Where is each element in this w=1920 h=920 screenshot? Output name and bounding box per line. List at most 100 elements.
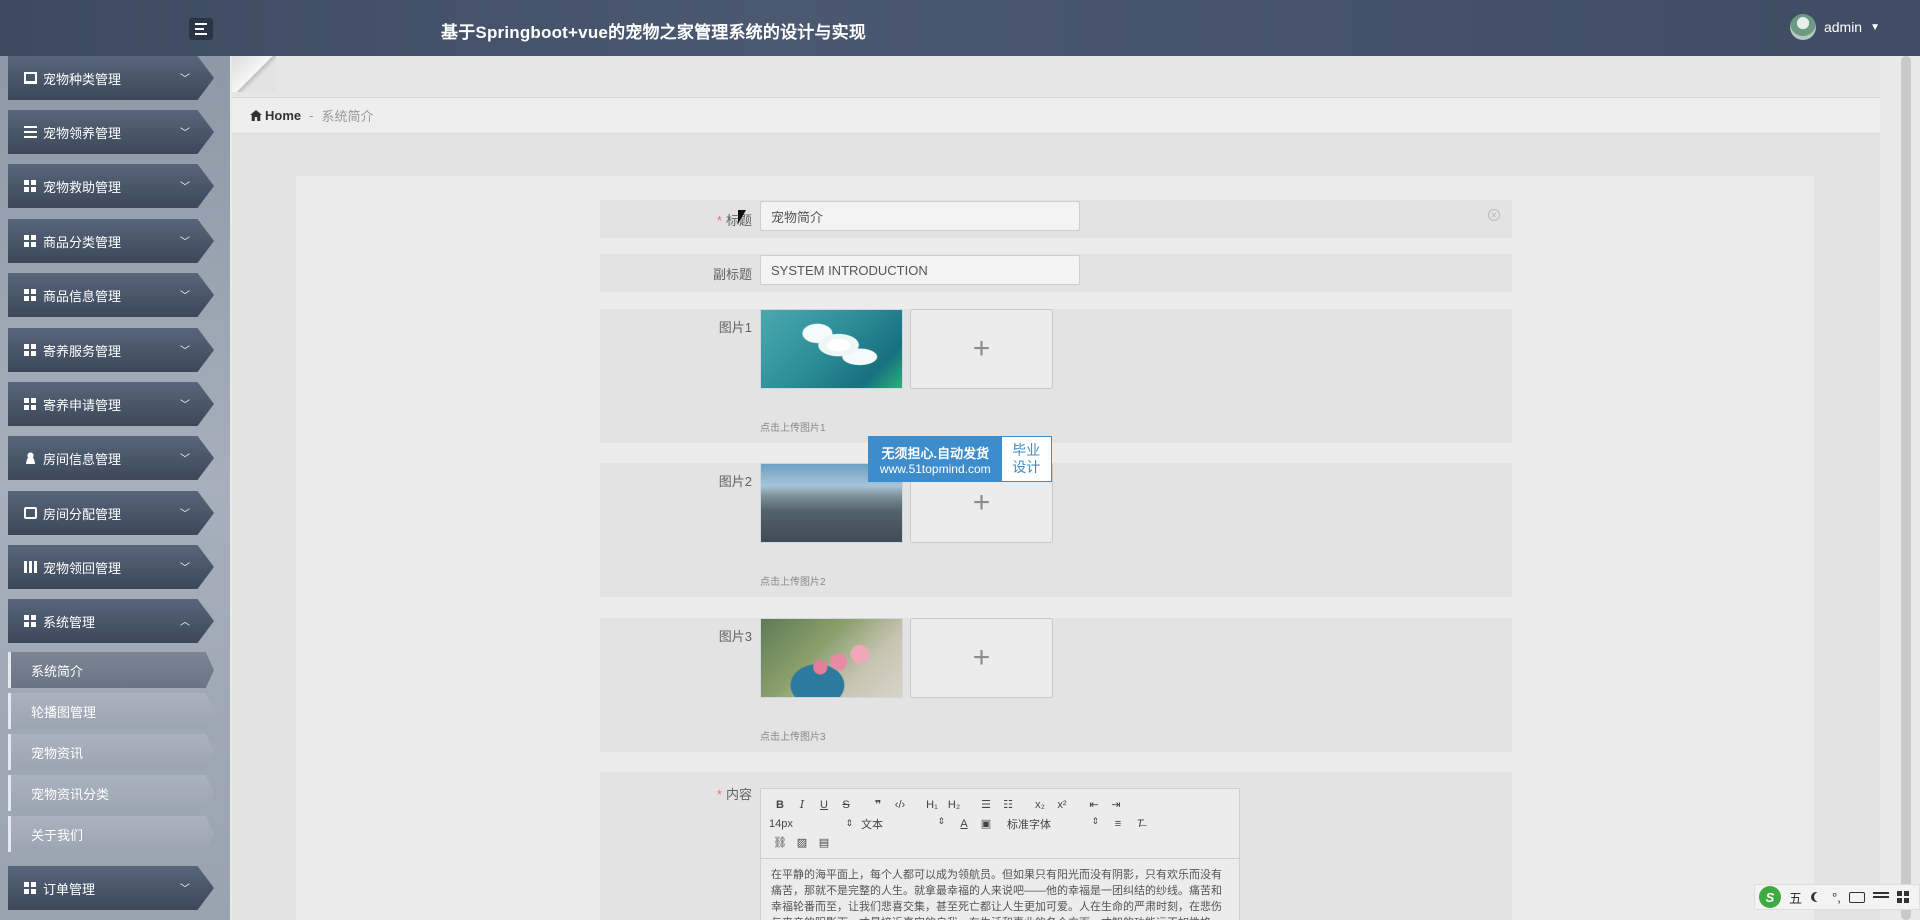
chevron-down-icon: ﹀ [180,291,190,302]
app-title: 基于Springboot+vue的宠物之家管理系统的设计与实现 [441,23,867,42]
align-icon[interactable]: ≡ [1107,818,1129,830]
image-icon[interactable]: ▨ [791,836,813,849]
sidebar-item-pet-rescue[interactable]: 宠物救助管理 ﹀ [8,164,214,208]
sidebar-item-orders[interactable]: 订单管理 ﹀ [8,866,214,910]
sidebar-item-label: 寄养申请管理 [43,397,122,413]
menu-icon[interactable] [1872,892,1889,898]
breadcrumb: Home - 系统简介 [232,98,1880,134]
ordered-list-icon[interactable]: ☰ [975,798,997,811]
h2-icon[interactable]: H₂ [943,799,965,811]
outdent-icon[interactable]: ⇤ [1083,798,1105,811]
submenu-item-carousel[interactable]: 轮播图管理 [8,693,214,729]
submenu-item-about-us[interactable]: 关于我们 [8,816,214,852]
watermark-line2: www.51topmind.com [879,461,991,476]
watermark-right1: 毕业 [1012,442,1041,458]
sidebar-item-goods-info[interactable]: 商品信息管理 ﹀ [8,273,214,317]
page-scrollbar[interactable] [1900,56,1912,920]
form-panel: *标题 ✕ 副标题 图片1 + 点击上传图片1 图片2 + 点击上传图片2 图片… [296,176,1814,920]
sidebar-item-boarding-application[interactable]: 寄养申请管理 ﹀ [8,382,214,426]
subscript-icon[interactable]: x₂ [1029,799,1051,811]
page-curl-decoration [232,56,276,92]
avatar [1789,14,1816,40]
user-icon [24,452,37,464]
grid-icon [24,882,37,894]
chevron-down-icon: ﹀ [180,454,190,465]
ime-logo-icon[interactable]: S [1759,886,1781,908]
chevron-down-icon: ﹀ [180,509,190,520]
font-color-icon[interactable]: A [953,818,975,830]
ime-mode[interactable]: 五 [1789,888,1802,907]
checkbox-icon [24,507,37,519]
bars-icon [24,561,37,573]
menu-toggle-icon[interactable] [189,18,213,40]
sidebar-item-pet-return[interactable]: 宠物领回管理 ﹀ [8,545,214,589]
form-row-image2: 图片2 + 点击上传图片2 [600,463,1512,597]
subtitle-input[interactable] [760,255,1080,285]
ime-punct[interactable]: °, [1832,890,1841,905]
home-icon [250,110,262,121]
sidebar-item-room-assign[interactable]: 房间分配管理 ﹀ [8,491,214,535]
keyboard-icon[interactable] [1848,891,1865,903]
image1-thumbnail[interactable] [760,309,903,389]
strike-icon[interactable]: S [835,799,857,811]
indent-icon[interactable]: ⇥ [1105,798,1127,811]
apps-icon[interactable] [1896,891,1909,903]
underline-icon[interactable]: U [813,799,835,811]
sidebar-item-pet-adoption[interactable]: 宠物领养管理 ﹀ [8,110,214,154]
sidebar-item-label: 订单管理 [43,881,96,897]
italic-icon[interactable]: I [791,798,813,811]
sidebar-item-goods-category[interactable]: 商品分类管理 ﹀ [8,219,214,263]
image3-upload-tip: 点击上传图片3 [760,732,826,743]
sidebar-item-label: 房间信息管理 [43,451,122,467]
top-bar: 基于Springboot+vue的宠物之家管理系统的设计与实现 admin ▼ [0,0,1920,56]
font-family-select[interactable]: 标准字体 [1007,816,1107,832]
quote-icon[interactable]: ❞ [867,798,889,811]
clear-icon[interactable]: ✕ [1488,209,1500,221]
image1-upload-button[interactable]: + [910,309,1053,389]
image3-upload-button[interactable]: + [910,618,1053,698]
bold-icon[interactable]: B [769,799,791,811]
grid-icon [24,235,37,247]
monitor-icon [24,72,37,84]
image2-label: 图片2 [718,474,752,489]
format-select[interactable]: 文本 [861,816,953,832]
scrollbar-thumb[interactable] [1901,56,1911,920]
sidebar-item-pet-category[interactable]: 宠物种类管理 ﹀ [8,56,214,100]
editor-content[interactable]: 在平静的海平面上，每个人都可以成为领航员。但如果只有阳光而没有阴影，只有欢乐而没… [761,859,1239,920]
chevron-down-icon: ﹀ [180,128,190,139]
submenu-item-system-intro[interactable]: 系统简介 [8,652,214,688]
background-color-icon[interactable]: ▣ [975,817,997,830]
bullet-list-icon[interactable]: ☷ [997,798,1019,811]
video-icon[interactable]: ▤ [813,836,835,849]
submenu-item-pet-news-category[interactable]: 宠物资讯分类 [8,775,214,811]
sidebar-item-label: 宠物领养管理 [43,125,122,141]
user-menu[interactable]: admin ▼ [1789,14,1880,40]
h1-icon[interactable]: H₁ [921,799,943,811]
code-icon[interactable]: ‹/› [889,799,911,811]
sidebar-item-boarding-service[interactable]: 寄养服务管理 ﹀ [8,328,214,372]
username: admin [1823,19,1863,35]
sidebar-item-room-info[interactable]: 房间信息管理 ﹀ [8,436,214,480]
submenu-item-pet-news[interactable]: 宠物资讯 [8,734,214,770]
superscript-icon[interactable]: x² [1051,799,1073,811]
title-input[interactable] [760,201,1080,231]
chevron-up-icon: ︿ [180,617,190,628]
caret-down-icon: ▼ [1870,21,1880,33]
sidebar-item-label: 寄养服务管理 [43,343,122,359]
moon-icon[interactable] [1814,892,1824,902]
sidebar: 宠物种类管理 ﹀ 宠物领养管理 ﹀ 宠物救助管理 ﹀ 商品分类管理 ﹀ 商品信息… [0,56,230,920]
link-icon[interactable]: ⛓ [769,836,791,849]
editor-toolbar: B I U S ❞ ‹/› H₁ H₂ ☰ ☷ x₂ x² ⇤ ⇥ 14px ⇕… [761,789,1239,859]
image3-thumbnail[interactable] [760,618,903,698]
clear-format-icon[interactable]: T̶ [1129,818,1151,830]
font-size-select[interactable]: 14px [769,818,861,830]
sidebar-item-system[interactable]: 系统管理 ︿ [8,599,214,643]
sidebar-item-label: 宠物救助管理 [43,179,122,195]
form-row-content: * 内容 B I U S ❞ ‹/› H₁ H₂ ☰ ☷ x₂ x² ⇤ ⇥ 1… [600,772,1512,920]
watermark-right2: 设计 [1012,459,1041,475]
rich-text-editor: B I U S ❞ ‹/› H₁ H₂ ☰ ☷ x₂ x² ⇤ ⇥ 14px ⇕… [760,788,1240,920]
image1-label: 图片1 [718,320,752,335]
main-content: Home - 系统简介 *标题 ✕ 副标题 图片1 + 点击上传图片1 图片2 … [232,56,1880,920]
content-label: * 内容 [716,787,752,802]
breadcrumb-home[interactable]: Home [265,108,301,123]
